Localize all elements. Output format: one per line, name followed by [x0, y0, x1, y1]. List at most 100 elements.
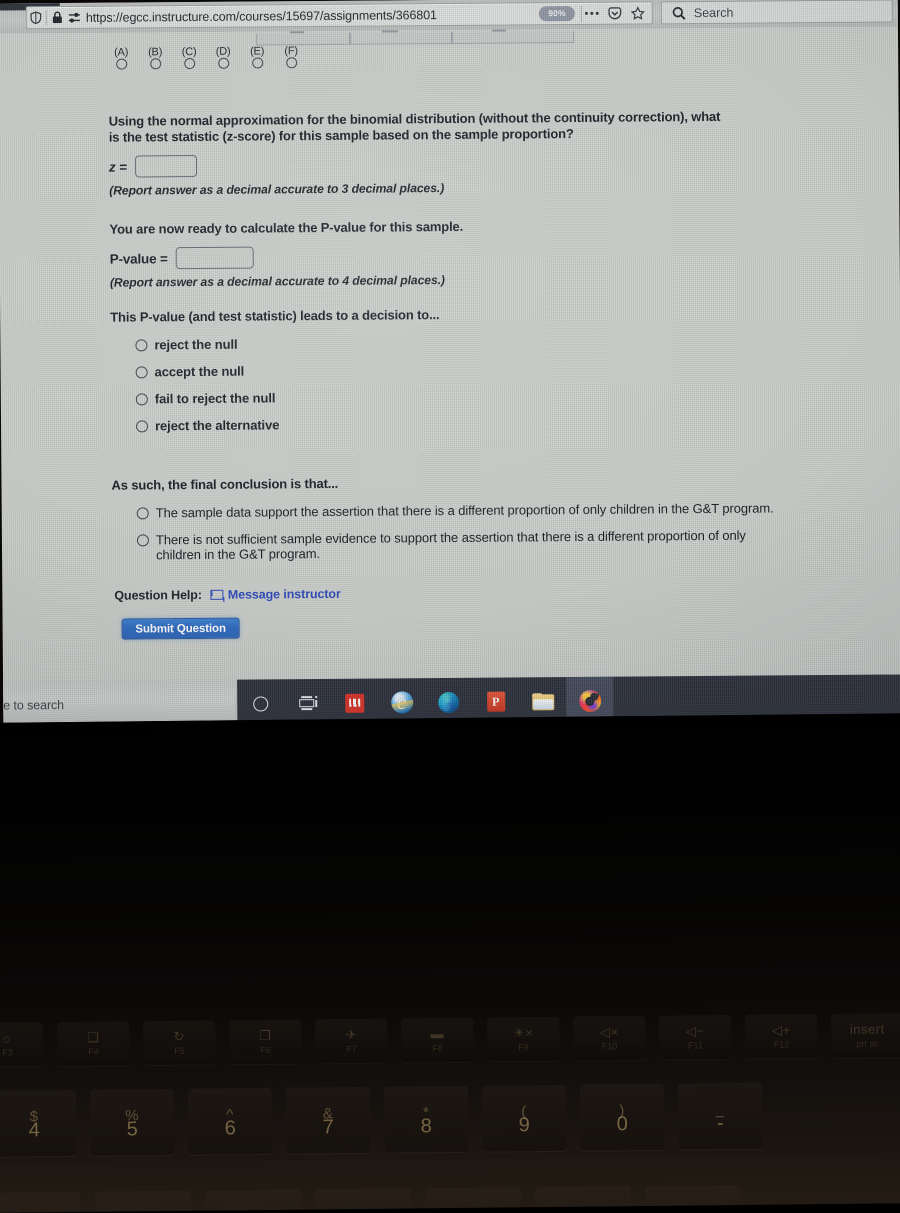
key-f11: ◁− F11 [659, 1015, 731, 1060]
key-y: Y [205, 1190, 302, 1213]
laptop-screen: https://egcc.instructure.com/courses/156… [0, 0, 900, 730]
decision-option-reject-null[interactable]: reject the null [135, 332, 790, 352]
key-glyph: ◁× [600, 1025, 619, 1039]
pocket-icon[interactable] [606, 5, 623, 21]
address-bar-url[interactable]: https://egcc.instructure.com/courses/156… [86, 7, 539, 25]
key-sub: 7 [323, 1122, 334, 1133]
choice-option-f[interactable]: (F) [280, 45, 302, 68]
key-sub: - [717, 1118, 724, 1129]
decision-prompt: This P-value (and test statistic) leads … [110, 305, 726, 326]
key-glyph: ✈ [346, 1027, 358, 1041]
conclusion-option-not-sufficient[interactable]: There is not sufficient sample evidence … [137, 527, 792, 562]
key-5: % 5 [90, 1089, 175, 1156]
choice-radio[interactable] [252, 57, 263, 68]
address-bar-divider-2 [581, 5, 582, 21]
key-4: $ 4 [0, 1090, 77, 1157]
answer-choice-row: (A) (B) (C) (D) [110, 41, 788, 69]
choice-option-a[interactable]: (A) [110, 46, 132, 69]
z-score-row: z = [109, 150, 789, 177]
key-f7: ✈ F7 [315, 1019, 387, 1064]
key-7: & 7 [286, 1087, 371, 1154]
key-sub: F3 [2, 1047, 13, 1058]
decision-radio[interactable] [136, 393, 148, 405]
star-bookmark-icon[interactable] [629, 5, 646, 21]
choice-option-e[interactable]: (E) [246, 45, 268, 68]
message-instructor-label: Message instructor [228, 587, 341, 602]
lock-icon[interactable] [49, 10, 66, 26]
task-view-glyph [299, 696, 317, 710]
shield-icon[interactable] [27, 10, 44, 26]
key-f6: ❐ F6 [229, 1020, 301, 1065]
key-sub: F6 [260, 1044, 271, 1055]
firefox-glyph [579, 690, 601, 712]
key-u: U [315, 1188, 412, 1213]
laptop-photo: https://egcc.instructure.com/courses/156… [0, 0, 900, 1200]
decision-option-reject-alternative[interactable]: reject the alternative [136, 413, 791, 433]
assignment-page: (A) (B) (C) (D) [0, 40, 900, 681]
pvalue-row: P-value = [110, 242, 790, 269]
key-p: P [645, 1185, 742, 1213]
key-f4: ❑ F4 [57, 1021, 129, 1066]
key-sub: F8 [432, 1043, 443, 1054]
key-glyph: ◁− [686, 1024, 705, 1038]
key-f9: ☀× F9 [487, 1017, 559, 1062]
key-6: ^ 6 [188, 1088, 273, 1155]
decision-option-label: reject the null [154, 337, 237, 353]
keyboard-letter-row: R T Y U I O P [0, 1183, 900, 1213]
decision-radio[interactable] [135, 339, 147, 351]
conclusion-prompt: As such, the final conclusion is that... [111, 473, 727, 494]
choice-radio[interactable] [150, 58, 161, 69]
key-sub: 0 [617, 1119, 628, 1130]
choice-radio[interactable] [116, 59, 127, 70]
key-i: I [425, 1187, 522, 1213]
key-f5: ↻ F5 [143, 1020, 215, 1065]
decision-radio[interactable] [136, 366, 148, 378]
z-score-input[interactable] [135, 155, 197, 177]
pvalue-input[interactable] [176, 247, 254, 270]
choice-radio[interactable] [184, 58, 195, 69]
decision-option-fail-to-reject-null[interactable]: fail to reject the null [136, 386, 791, 406]
browser-search-box[interactable]: Search [661, 0, 893, 24]
key-sub: 9 [519, 1120, 530, 1131]
file-explorer-glyph [532, 693, 554, 710]
key-sub: F11 [688, 1040, 703, 1051]
pdf-reader-glyph: P [487, 692, 505, 712]
address-bar[interactable]: https://egcc.instructure.com/courses/156… [26, 1, 653, 29]
choice-option-d[interactable]: (D) [212, 46, 234, 69]
key-r: R [0, 1192, 82, 1213]
key-f3: ☼ F3 [0, 1022, 44, 1067]
key-t: T [95, 1191, 192, 1213]
microsoft-edge-glyph [438, 691, 459, 712]
decision-option-label: reject the alternative [155, 417, 279, 433]
conclusion-radio[interactable] [137, 534, 149, 546]
conclusion-radio[interactable] [137, 507, 149, 519]
message-instructor-link[interactable]: Message instructor [210, 587, 341, 602]
choice-label: (D) [216, 46, 231, 58]
site-permissions-icon[interactable] [66, 9, 83, 25]
pvalue-label: P-value = [110, 251, 168, 266]
choice-option-b[interactable]: (B) [144, 46, 166, 69]
conclusion-option-support[interactable]: The sample data support the assertion th… [137, 500, 792, 520]
pvalue-intro: You are now ready to calculate the P-val… [109, 217, 725, 238]
choice-label: (B) [148, 46, 162, 58]
zoom-level-badge[interactable]: 90% [539, 6, 575, 21]
decision-option-label: accept the null [155, 364, 245, 380]
envelope-icon [210, 590, 223, 600]
keyboard-number-row: $ 4 % 5 ^ 6 & 7 * 8 ( 9 [0, 1081, 900, 1168]
key-sub: 4 [29, 1125, 40, 1136]
key-print-screen: insert prt sc [831, 1013, 900, 1058]
key-sub: F7 [346, 1043, 357, 1054]
key-9: ( 9 [482, 1085, 567, 1152]
decision-option-accept-null[interactable]: accept the null [136, 359, 791, 379]
decision-radio[interactable] [136, 420, 148, 432]
choice-radio[interactable] [218, 58, 229, 69]
question-prompt: Using the normal approximation for the b… [109, 109, 725, 146]
z-score-label: z = [109, 159, 127, 174]
choice-radio[interactable] [286, 57, 297, 68]
taskbar-search-text: e to search [3, 698, 64, 712]
key-glyph: ▬ [430, 1027, 444, 1041]
submit-question-button[interactable]: Submit Question [122, 618, 240, 640]
choice-option-c[interactable]: (C) [178, 46, 200, 69]
key-sub: 8 [421, 1121, 432, 1132]
more-options-icon[interactable] [583, 5, 600, 21]
